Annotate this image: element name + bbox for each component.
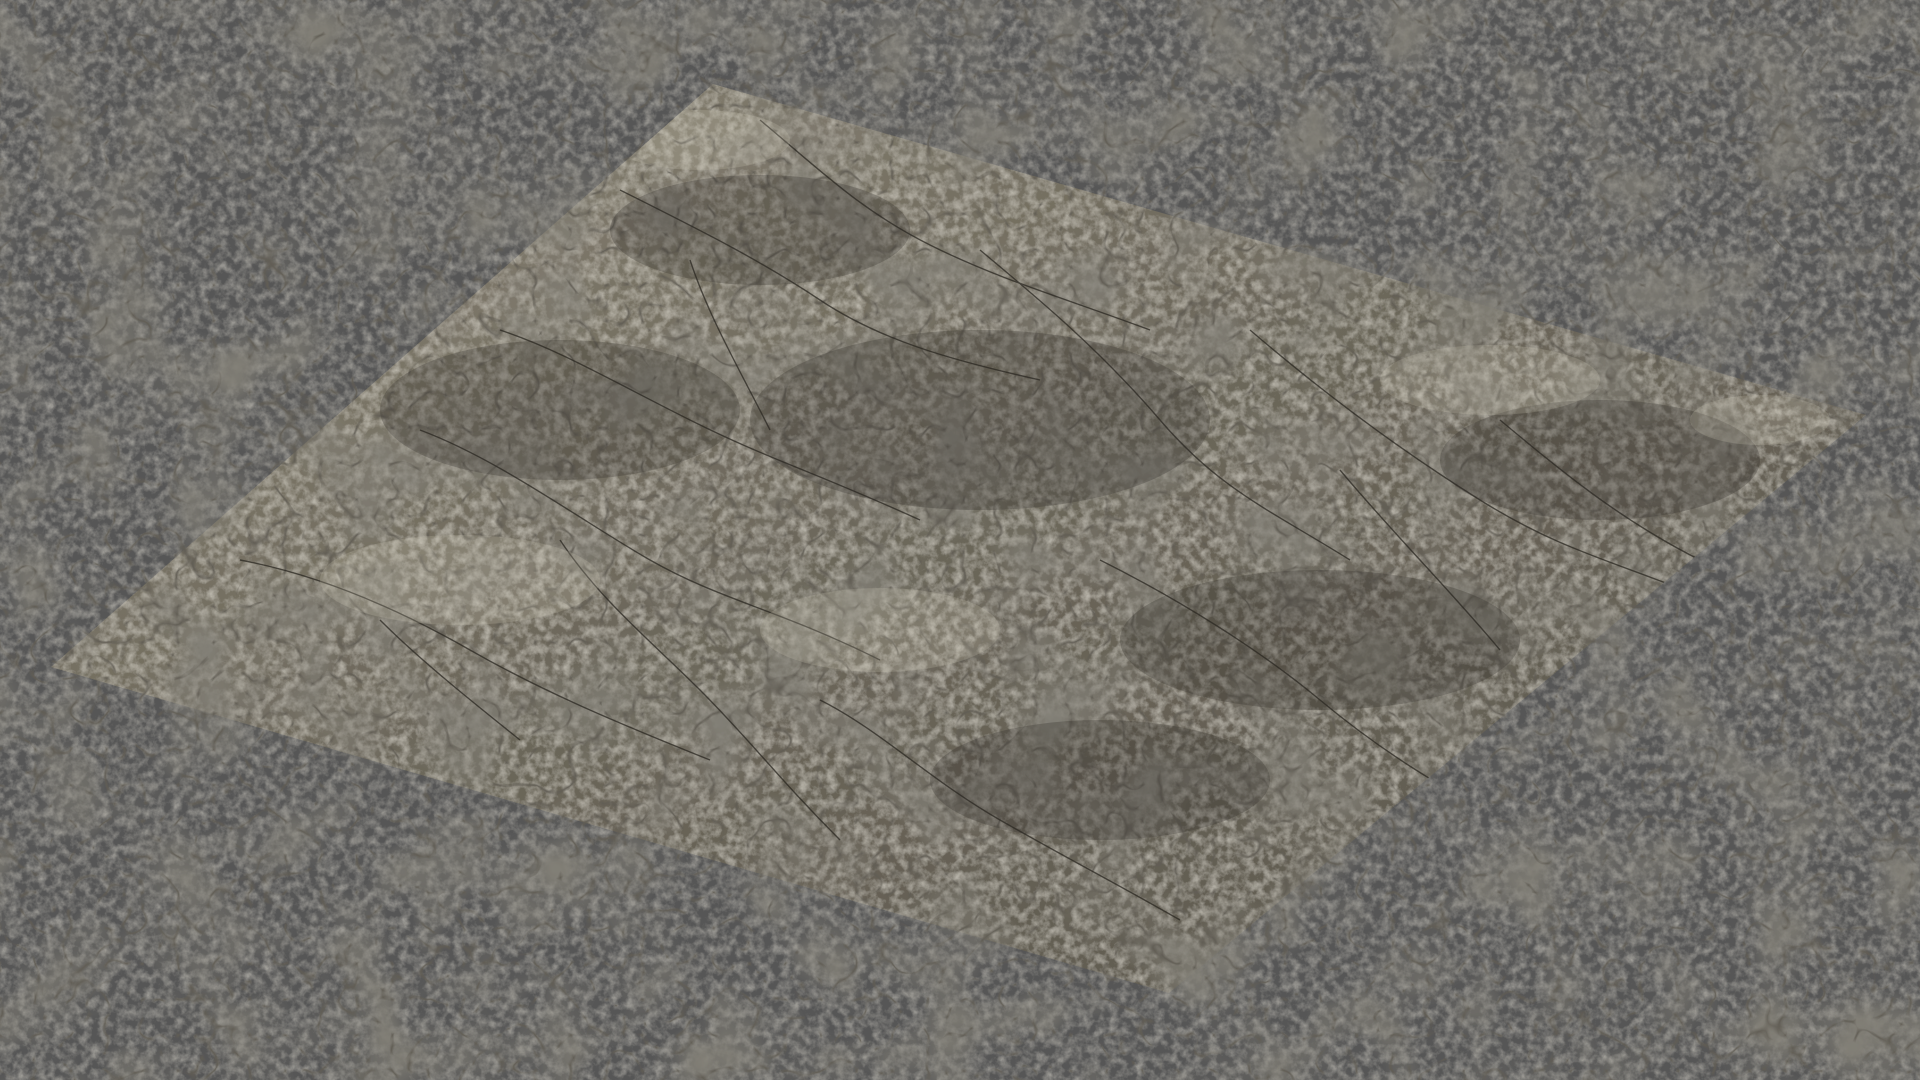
ground-plane-surface[interactable] <box>51 84 1866 993</box>
3d-viewport[interactable] <box>0 0 1920 1080</box>
scene-canvas[interactable] <box>0 0 1920 1080</box>
ground-plane[interactable] <box>51 84 1866 993</box>
